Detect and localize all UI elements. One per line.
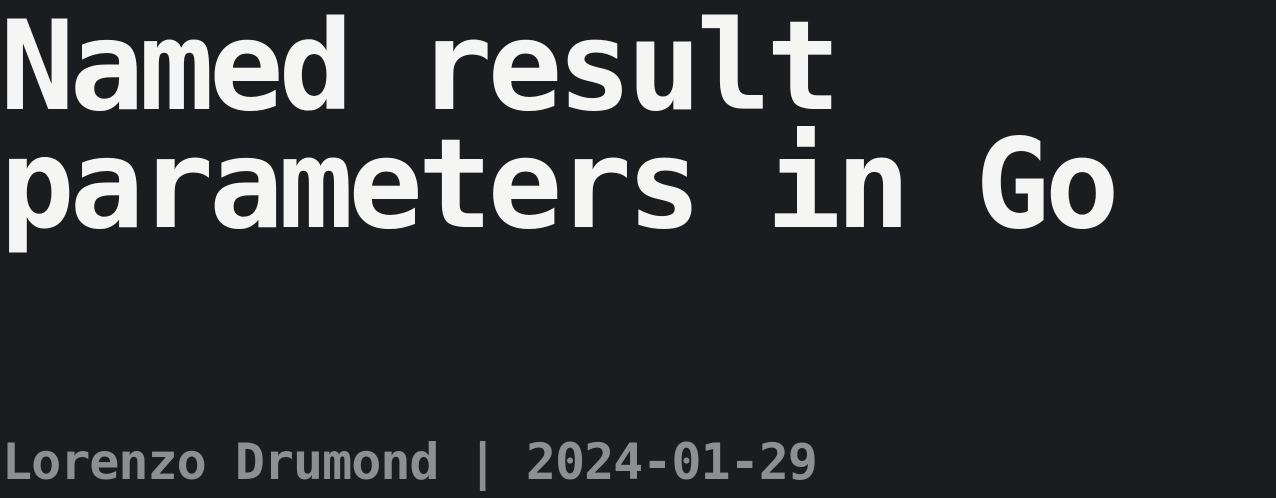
title-card: Named result parameters in Go Lorenzo Dr… [0,0,1276,498]
post-date: 2024-01-29 [525,433,818,491]
author-name: Lorenzo Drumond [2,433,440,491]
post-meta: Lorenzo Drumond | 2024-01-29 [2,430,818,494]
title-line-1: Named result [0,0,841,139]
page-title: Named result parameters in Go [0,0,1119,257]
meta-separator: | [467,433,498,491]
title-line-2: parameters in Go [0,113,1119,257]
